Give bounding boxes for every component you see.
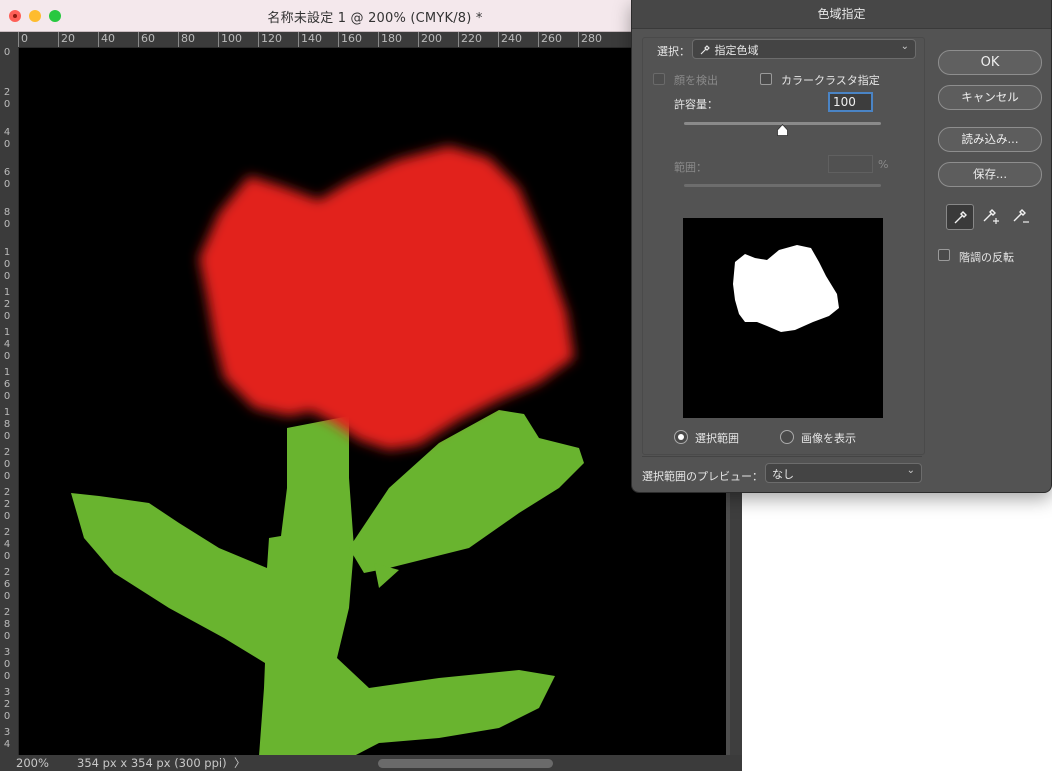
ruler-v-label: 140 [3,327,11,362]
close-window-button[interactable] [9,10,21,22]
range-label: 範囲： [674,161,707,174]
ruler-h-label: 240 [498,32,522,47]
ruler-v-label: 0 [3,47,11,58]
range-input[interactable] [828,155,873,173]
color-range-dialog: 色域指定 選択： 指定色域 ⌄ 顔を検出 カラークラスタ指定 許容量： 100 … [631,0,1052,493]
vertical-ruler[interactable]: 0 20 40 60 80 100 120 140 160 180 200 220 240 260 280 3… [0,47,19,757]
eyedropper-icon [700,45,710,55]
preview-label: 選択範囲のプレビュー： [642,470,763,483]
right-leaf-tip [374,563,399,588]
load-button[interactable]: 読み込み... [938,127,1042,152]
ruler-h-label: 60 [138,32,155,47]
color-cluster-checkbox[interactable] [760,73,772,85]
ruler-v-label: 320 [3,687,11,722]
image-canvas[interactable] [19,48,726,756]
save-button[interactable]: 保存... [938,162,1042,187]
ruler-h-label: 0 [18,32,28,47]
ruler-v-label: 60 [3,167,11,190]
ruler-v-label: 220 [3,487,11,522]
ruler-v-label: 160 [3,367,11,402]
selection-preview-thumbnail [683,218,883,418]
ruler-h-label: 120 [258,32,282,47]
zoom-level[interactable]: 200% [16,756,49,770]
ok-button[interactable]: OK [938,50,1042,75]
ruler-v-label: 100 [3,247,11,282]
chevron-down-icon: ⌄ [900,41,909,52]
divider [642,456,922,457]
ruler-v-label: 34 [3,727,11,750]
tolerance-label: 許容量： [674,98,718,111]
status-menu-arrow[interactable]: 〉 [234,755,246,771]
ruler-corner[interactable] [0,32,18,47]
document-size-info: 354 px x 354 px (300 ppi) [77,756,227,770]
face-detect-checkbox[interactable] [653,73,665,85]
select-dropdown[interactable]: 指定色域 ⌄ [692,39,916,59]
image-radio[interactable] [780,430,794,444]
chevron-down-icon: ⌄ [906,465,915,476]
ruler-v-label: 280 [3,607,11,642]
select-label: 選択： [657,45,690,58]
maximize-window-button[interactable] [49,10,61,22]
ruler-h-label: 200 [418,32,442,47]
ruler-v-label: 40 [3,127,11,150]
eyedropper-plus-icon [983,209,999,224]
status-bar: 200% 354 px x 354 px (300 ppi) 〉 [0,755,742,771]
eyedropper-tool-button[interactable] [946,204,974,230]
horizontal-ruler[interactable]: 0 20 40 60 80 100 120 140 160 180 200 220 240 260 280 [18,32,730,48]
ruler-h-label: 180 [378,32,402,47]
ruler-v-label: 80 [3,207,11,230]
ruler-h-label: 280 [578,32,602,47]
selection-radio[interactable] [674,430,688,444]
ruler-h-label: 160 [338,32,362,47]
ruler-h-label: 80 [178,32,195,47]
selection-radio-label: 選択範囲 [695,432,739,445]
cancel-button[interactable]: キャンセル [938,85,1042,110]
tolerance-slider-handle[interactable] [777,124,788,136]
minimize-window-button[interactable] [29,10,41,22]
preview-dropdown[interactable]: なし ⌄ [765,463,922,483]
eyedropper-icon [954,211,967,224]
mask-preview-image [733,245,839,332]
ruler-h-label: 260 [538,32,562,47]
color-cluster-label: カラークラスタ指定 [781,74,880,87]
document-title: 名称未設定 1 @ 200% (CMYK/8) * [267,11,483,26]
ruler-v-label: 20 [3,87,11,110]
flower-petal-shape [199,146,574,450]
invert-checkbox[interactable] [938,249,950,261]
ruler-h-label: 20 [58,32,75,47]
eyedropper-plus-tool-button[interactable] [977,204,1003,228]
select-value-wrapper: 指定色域 [699,42,759,58]
ruler-h-label: 40 [98,32,115,47]
ruler-v-label: 200 [3,447,11,482]
invert-label: 階調の反転 [959,251,1014,264]
ruler-v-label: 180 [3,407,11,442]
ruler-h-label: 140 [298,32,322,47]
image-radio-label: 画像を表示 [801,432,856,445]
select-value: 指定色域 [714,44,759,57]
flower-artwork [71,146,584,756]
ruler-v-label: 300 [3,647,11,682]
ruler-v-label: 260 [3,567,11,602]
eyedropper-minus-icon [1013,209,1029,223]
ruler-h-label: 220 [458,32,482,47]
ruler-h-label: 100 [218,32,242,47]
horizontal-scrollbar-thumb[interactable] [378,759,553,768]
range-slider[interactable] [684,184,881,187]
dialog-title[interactable]: 色域指定 [632,0,1051,29]
range-unit: % [878,158,889,171]
ruler-v-label: 120 [3,287,11,322]
face-detect-label: 顔を検出 [674,74,718,87]
tolerance-input[interactable]: 100 [828,92,873,112]
ruler-v-label: 240 [3,527,11,562]
eyedropper-minus-tool-button[interactable] [1007,204,1033,228]
preview-value: なし [772,468,794,481]
